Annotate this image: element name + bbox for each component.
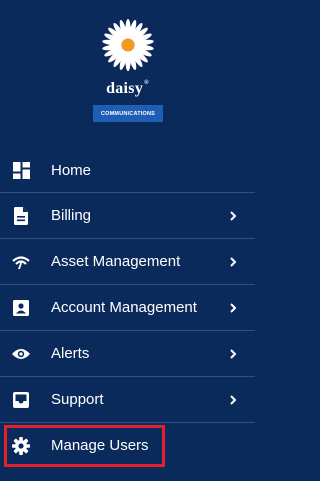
chevron-right-icon — [230, 394, 237, 405]
menu-label-billing: Billing — [51, 207, 92, 224]
signal-icon — [12, 253, 30, 271]
menu-label-support: Support — [51, 391, 104, 408]
menu-label-home: Home — [51, 162, 92, 179]
chevron-right-icon — [230, 302, 237, 313]
menu-item-account-management[interactable]: Account Management — [0, 285, 255, 330]
contact-card-icon — [12, 299, 30, 317]
eye-icon — [12, 345, 30, 363]
menu-item-asset-management[interactable]: Asset Management — [0, 239, 255, 284]
menu-label-asset-management: Asset Management — [51, 253, 181, 270]
daisy-flower-logo-icon — [102, 19, 154, 71]
brand-name: daisy® — [0, 80, 255, 98]
sidebar-nav: daisy® COMMUNICATIONS Home Billing Asset… — [0, 0, 255, 481]
dashboard-icon — [12, 162, 30, 180]
chevron-right-icon — [230, 210, 237, 221]
brand-registered-mark: ® — [144, 80, 149, 86]
inbox-icon — [12, 391, 30, 409]
menu-item-alerts[interactable]: Alerts — [0, 331, 255, 376]
brand-name-text: daisy — [106, 80, 144, 97]
menu-label-alerts: Alerts — [51, 345, 90, 362]
brand-logo[interactable]: daisy® COMMUNICATIONS — [0, 0, 255, 148]
menu-label-account-management: Account Management — [51, 299, 197, 316]
document-icon — [12, 206, 30, 225]
chevron-right-icon — [230, 348, 237, 359]
brand-subtitle-badge: COMMUNICATIONS — [93, 105, 163, 122]
highlight-box — [4, 425, 165, 467]
menu-item-home[interactable]: Home — [0, 148, 255, 193]
menu-item-support[interactable]: Support — [0, 377, 255, 422]
menu-item-billing[interactable]: Billing — [0, 193, 255, 238]
chevron-right-icon — [230, 256, 237, 267]
